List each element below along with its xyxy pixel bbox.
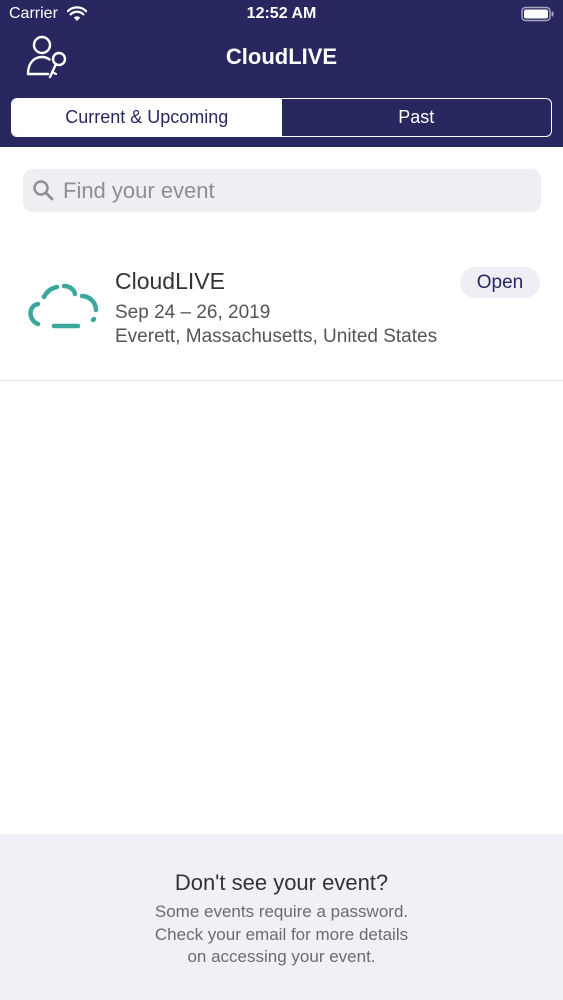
status-badge: Open (460, 267, 540, 298)
tab-past[interactable]: Past (282, 99, 552, 136)
footer-text-line: Some events require a password. (154, 902, 409, 921)
event-location: Everett, Massachusetts, United States (115, 326, 438, 347)
event-list-item[interactable]: CloudLIVE Sep 24 – 26, 2019 Everett, Mas… (0, 240, 563, 381)
event-dates: Sep 24 – 26, 2019 (115, 302, 271, 323)
footer-title: Don't see your event? (174, 870, 389, 895)
cloud-logo-icon (28, 283, 99, 329)
battery-icon (521, 6, 554, 22)
search-icon (33, 180, 54, 201)
event-name: CloudLIVE (115, 268, 225, 294)
clock: 12:52 AM (246, 5, 317, 22)
footer-text-line: on accessing your event. (187, 947, 376, 966)
tab-current-upcoming[interactable]: Current & Upcoming (12, 99, 282, 136)
search-bar (23, 169, 541, 212)
status-bar: Carrier 12:52 AM (0, 0, 563, 30)
footer-help: Don't see your event? Some events requir… (0, 834, 563, 1000)
search-input[interactable] (63, 169, 533, 212)
event-filter-tabs: Current & Upcoming Past (11, 98, 552, 137)
footer-text-line: Check your email for more details (154, 925, 409, 944)
page-title: CloudLIVE (225, 44, 338, 69)
navigation-header: Carrier 12:52 AM CloudLIVE Current & Upc… (0, 0, 563, 147)
